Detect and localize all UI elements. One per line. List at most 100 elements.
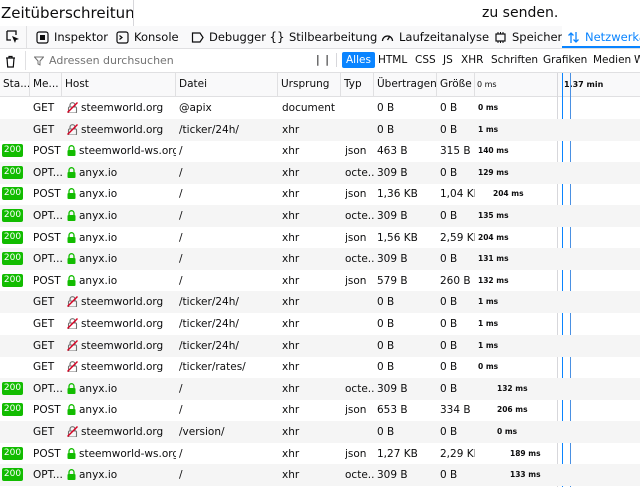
request-method: GET <box>33 426 55 438</box>
request-method: POST <box>33 274 61 287</box>
request-host-label: steemworld.org <box>81 296 164 309</box>
request-host-label: steemworld-ws.org <box>79 447 176 460</box>
request-timing-label: 140 ms <box>478 146 509 156</box>
request-row[interactable]: GET steemworld.org/ticker/24h/xhr 0 B 0 B 1 … <box>0 313 640 335</box>
request-cause: xhr <box>282 361 300 374</box>
tab-debugger[interactable]: Debugger <box>190 26 266 48</box>
request-row[interactable]: 200 OPT... anyx.io / xhr octe...309 B 0 B 131 m… <box>0 248 640 271</box>
request-row[interactable]: 200 POST anyx.io / xhr json 1,56 KB 2,59 KB204 … <box>0 227 640 249</box>
lock-icon <box>67 445 76 465</box>
trash-icon <box>6 55 15 68</box>
request-row[interactable]: 200 POST anyx.io / xhr json 579 B 260 B 132 ms <box>0 270 640 292</box>
request-transferred: 309 B <box>377 166 408 179</box>
request-transferred: 0 B <box>377 123 395 136</box>
clear-requests-button[interactable] <box>5 53 16 72</box>
lock-icon <box>67 185 76 205</box>
filter-ws-button[interactable]: WS <box>630 52 640 68</box>
filter-images-button[interactable]: Grafiken <box>539 52 591 68</box>
column-size[interactable]: Größe <box>437 73 475 96</box>
request-file: / <box>179 469 183 482</box>
request-row[interactable]: GET steemworld.org/ticker/24h/xhr 0 B 0 B 1 … <box>0 334 640 357</box>
insecure-lock-icon <box>67 315 78 335</box>
request-cause: xhr <box>282 447 300 460</box>
column-method[interactable]: Me... <box>30 73 62 96</box>
column-status[interactable]: Sta... <box>0 73 30 96</box>
filter-css-button[interactable]: CSS <box>411 52 440 68</box>
request-method: GET <box>33 123 55 136</box>
insecure-lock-icon <box>67 423 78 443</box>
request-cause: xhr <box>282 296 300 309</box>
filter-media-button[interactable]: Medien <box>589 52 635 68</box>
request-host: anyx.io <box>67 464 176 486</box>
request-row[interactable]: 200 OPT... anyx.io / xhr octe...309 B 0 B 135 m… <box>0 205 640 227</box>
column-host[interactable]: Host <box>62 73 176 96</box>
request-host: anyx.io <box>67 248 176 270</box>
request-method: OPT... <box>33 253 62 266</box>
request-size: 0 B <box>440 426 458 438</box>
filter-all-button[interactable]: Alles <box>342 52 375 68</box>
column-transferred[interactable]: Übertragen <box>374 73 437 96</box>
request-row[interactable]: 200 POST steemworld-ws.org / xhr json 463 B 315… <box>0 140 640 162</box>
status-badge: 200 <box>2 165 23 179</box>
request-type: json <box>345 447 367 460</box>
request-cause: xhr <box>282 231 300 244</box>
filter-xhr-button[interactable]: XHR <box>457 52 487 68</box>
request-row[interactable]: GET steemworld.org/ticker/24h/xhr 0 B 0 B 1 … <box>0 291 640 314</box>
status-badge: 200 <box>2 446 23 460</box>
request-size: 2,29 KB <box>440 447 475 460</box>
filter-js-button[interactable]: JS <box>439 52 457 68</box>
element-picker-button[interactable] <box>0 26 27 48</box>
request-host-label: steemworld.org <box>81 361 164 374</box>
request-file: /version/ <box>179 426 225 438</box>
request-row[interactable]: 200 POST anyx.io / xhr json 1,36 KB 1,04 KB 204 … <box>0 183 640 205</box>
filter-fonts-button[interactable]: Schriften <box>487 52 542 68</box>
request-row[interactable]: 200 OPT... anyx.io / xhr octe...309 B 0 B 133 m… <box>0 464 640 487</box>
request-method: GET <box>33 361 55 374</box>
request-row[interactable]: 200 OPT... anyx.io / xhr octe...309 B 0 B 129 m… <box>0 161 640 184</box>
memory-icon <box>493 30 507 44</box>
tab-network-label: Netzwerkanalyse <box>585 30 640 44</box>
request-row[interactable]: 200 POST anyx.io / xhr json 653 B 334 B 206 ms <box>0 399 640 421</box>
column-file[interactable]: Datei <box>176 73 278 96</box>
request-timing-label: 206 ms <box>497 405 528 415</box>
request-type: octe... <box>345 253 374 266</box>
tab-style-editor[interactable]: {} Stilbearbeitung <box>269 26 378 48</box>
request-size: 0 B <box>440 339 458 352</box>
request-cause: xhr <box>282 210 300 222</box>
request-row[interactable]: 200 OPT... anyx.io / xhr octe...309 B 0 B 132 m… <box>0 377 640 400</box>
url-filter-input[interactable]: Adressen durchsuchen <box>25 51 305 70</box>
tab-performance[interactable]: Laufzeitanalyse <box>380 26 489 48</box>
tab-inspector[interactable]: Inspektor <box>35 26 108 48</box>
filter-html-button[interactable]: HTML <box>374 52 411 68</box>
column-type[interactable]: Typ <box>341 73 374 96</box>
network-filter-bar: Adressen durchsuchen | | Alles HTML CSS … <box>0 49 640 73</box>
request-type: json <box>345 404 367 417</box>
request-size: 0 B <box>440 361 458 374</box>
request-host-label: steemworld.org <box>81 426 164 438</box>
lock-icon <box>67 466 76 486</box>
tab-memory[interactable]: Speicher <box>493 26 562 48</box>
tab-style-editor-label: Stilbearbeitung <box>289 30 378 44</box>
request-type: json <box>345 231 367 244</box>
request-size: 0 B <box>440 318 458 330</box>
tab-network[interactable]: Netzwerkanalyse <box>562 26 640 48</box>
performance-icon <box>380 30 394 44</box>
request-row[interactable]: GET steemworld.org/ticker/rates/xhr 0 B 0 B… <box>0 356 640 378</box>
request-row[interactable]: 200 POST steemworld-ws.org / xhr json 1,27 KB 2… <box>0 443 640 465</box>
request-type <box>345 421 374 443</box>
request-row[interactable]: GET steemworld.org @apix document 0 B 0 B 0 ms <box>0 97 640 119</box>
column-cause[interactable]: Ursprung <box>278 73 341 96</box>
request-row[interactable]: GET steemworld.org/ticker/24h/xhr 0 B 0 B 1 … <box>0 118 640 141</box>
request-cause: xhr <box>282 253 300 266</box>
request-method: GET <box>33 296 55 309</box>
pause-recording-button[interactable]: | | <box>316 53 330 66</box>
request-host: anyx.io <box>67 205 176 227</box>
request-host: steemworld.org <box>67 356 176 378</box>
request-row[interactable]: GET steemworld.org/version/xhr 0 B 0 B 0 ms <box>0 421 640 443</box>
request-file: / <box>179 253 183 266</box>
tab-console[interactable]: Konsole <box>115 26 179 48</box>
banner-timeout-text: Zeitüberschreitung <box>0 0 134 26</box>
request-method: GET <box>33 339 55 352</box>
request-cause: xhr <box>282 166 300 179</box>
request-timing-label: 0 ms <box>478 103 499 112</box>
